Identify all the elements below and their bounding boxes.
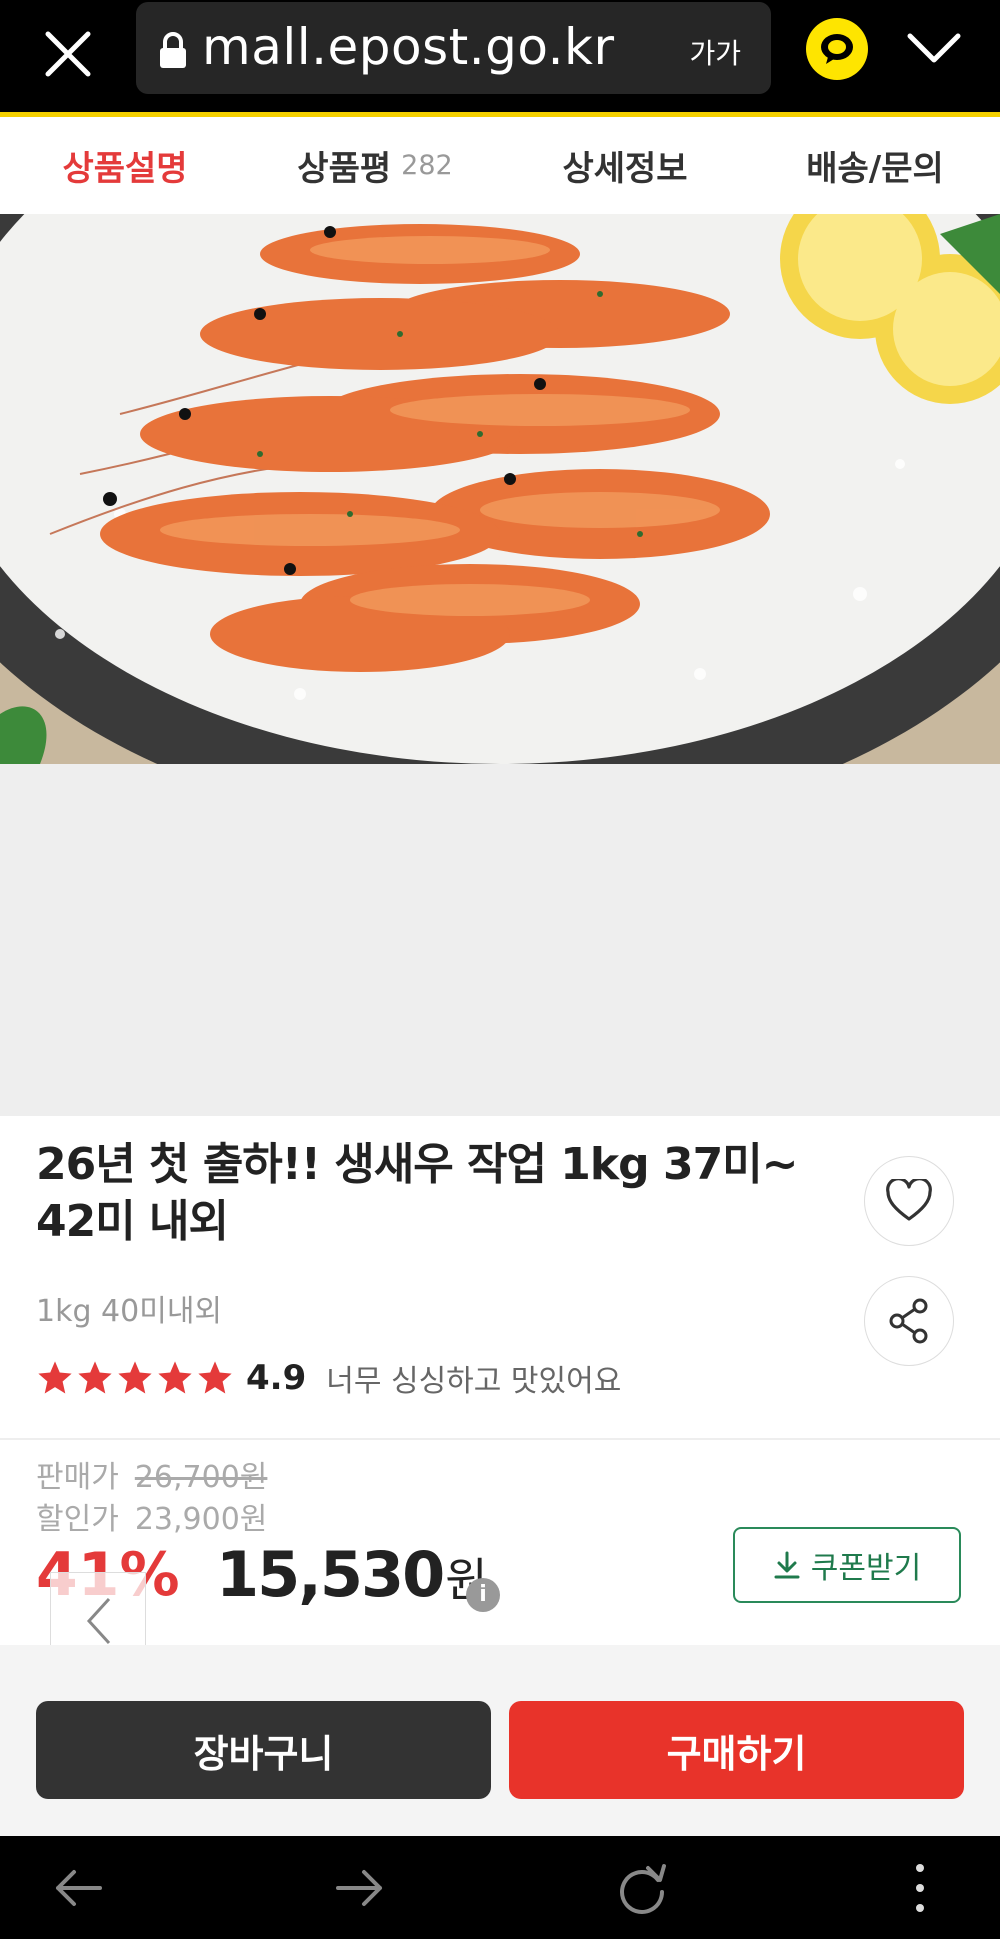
discount-price-label: 할인가	[36, 1502, 119, 1537]
star-icon	[38, 1361, 72, 1394]
price-info-icon[interactable]: i	[466, 1578, 500, 1612]
tab-label: 상품평	[297, 148, 392, 189]
browser-toolbar: mall.epost.go.kr 가가	[0, 0, 1000, 112]
wishlist-button[interactable]	[864, 1156, 954, 1246]
text-size-button[interactable]: 가가	[689, 32, 741, 72]
review-snippet: 너무 싱싱하고 맛있어요	[326, 1364, 622, 1399]
add-to-cart-button[interactable]: 장바구니	[36, 1701, 491, 1799]
final-price: 15,530원	[216, 1538, 488, 1611]
heart-icon	[886, 1179, 932, 1221]
share-button[interactable]	[864, 1276, 954, 1366]
review-count: 282	[401, 149, 453, 181]
more-options-icon[interactable]	[900, 1860, 940, 1916]
sale-price-label: 판매가	[36, 1460, 119, 1495]
product-image[interactable]	[0, 214, 1000, 764]
star-icon	[198, 1361, 232, 1394]
tab-label: 상세정보	[562, 148, 688, 189]
kakao-talk-icon[interactable]	[806, 18, 868, 80]
tab-description[interactable]: 상품설명	[0, 117, 250, 213]
discount-price-row: 할인가 23,900원	[36, 1494, 267, 1538]
forward-arrow-icon[interactable]	[330, 1860, 390, 1916]
section-gap	[0, 1645, 1000, 1663]
tab-details[interactable]: 상세정보	[500, 117, 750, 213]
close-icon[interactable]	[40, 26, 96, 82]
sale-price-value: 26,700원	[134, 1460, 268, 1495]
product-title: 26년 첫 출하!! 생새우 작업 1kg 37미~ 42미 내외	[36, 1139, 799, 1248]
address-bar[interactable]: mall.epost.go.kr 가가	[136, 2, 771, 94]
rating-row[interactable]: 4.9 너무 싱싱하고 맛있어요	[36, 1356, 621, 1400]
product-tabs: 상품설명 상품평 282 상세정보 배송/문의	[0, 117, 1000, 331]
price-block: 판매가26,700원 할인가23,900원 41% 15,530원 i 쿠폰받기	[0, 1440, 1000, 1645]
coupon-button[interactable]: 쿠폰받기	[733, 1527, 961, 1603]
star-rating	[36, 1359, 234, 1397]
refresh-icon[interactable]	[612, 1860, 672, 1916]
coupon-label: 쿠폰받기	[810, 1551, 922, 1586]
purchase-actions: 장바구니 구매하기	[0, 1663, 1000, 1836]
share-icon	[889, 1298, 928, 1344]
discount-price-value: 23,900원	[134, 1502, 268, 1537]
sale-price-row: 판매가 26,700원	[36, 1452, 267, 1496]
tab-reviews[interactable]: 상품평 282	[250, 117, 500, 213]
product-info: 26년 첫 출하!! 생새우 작업 1kg 37미~ 42미 내외 1kg 40…	[0, 1116, 1000, 1438]
url-text: mall.epost.go.kr	[202, 18, 615, 76]
image-placeholder-area	[0, 764, 1000, 1116]
download-icon	[774, 1551, 800, 1579]
chevron-down-icon[interactable]	[906, 28, 962, 68]
browser-navbar	[0, 1836, 1000, 1939]
star-icon	[158, 1361, 192, 1394]
back-arrow-icon[interactable]	[48, 1860, 108, 1916]
lock-icon	[160, 32, 186, 68]
star-icon	[118, 1361, 152, 1394]
tab-label: 상품설명	[62, 148, 188, 189]
rating-score: 4.9	[246, 1358, 307, 1398]
buy-now-button[interactable]: 구매하기	[509, 1701, 964, 1799]
tab-shipping-inquiry[interactable]: 배송/문의	[750, 117, 1000, 213]
product-subtitle: 1kg 40미내외	[36, 1294, 223, 1329]
final-price-amount: 15,530	[216, 1538, 445, 1611]
star-icon	[78, 1361, 112, 1394]
tab-label: 배송/문의	[806, 148, 944, 189]
